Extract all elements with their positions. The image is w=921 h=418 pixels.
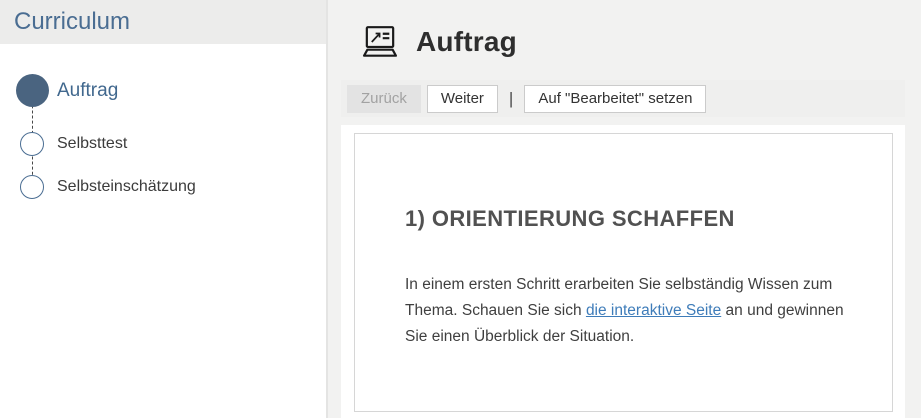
step-label-selbsteinschaetzung[interactable]: Selbsteinschätzung xyxy=(57,178,196,196)
sidebar-title: Curriculum xyxy=(0,0,326,44)
page-header: Auftrag xyxy=(360,25,517,59)
step-circle-pending-icon xyxy=(20,175,44,199)
content-card: 1) ORIENTIERUNG SCHAFFEN In einem ersten… xyxy=(354,133,893,412)
content-paragraph: In einem ersten Schritt erarbeiten Sie s… xyxy=(405,272,849,350)
main-content-area: Auftrag Zurück Weiter | Auf "Bearbeitet"… xyxy=(330,0,921,418)
content-panel: 1) ORIENTIERUNG SCHAFFEN In einem ersten… xyxy=(341,125,905,418)
curriculum-sidebar: Curriculum Auftrag Selbsttest Selbsteins… xyxy=(0,0,328,418)
mark-edited-button[interactable]: Auf "Bearbeitet" setzen xyxy=(524,85,706,113)
app-root: Curriculum Auftrag Selbsttest Selbsteins… xyxy=(0,0,921,418)
stepper-item-selbsttest[interactable]: Selbsttest xyxy=(0,132,326,156)
back-button[interactable]: Zurück xyxy=(347,85,421,113)
toolbar-separator: | xyxy=(509,89,513,109)
page-title: Auftrag xyxy=(416,26,517,58)
curriculum-stepper: Auftrag Selbsttest Selbsteinschätzung xyxy=(0,44,326,418)
stepper-item-auftrag[interactable]: Auftrag xyxy=(0,74,326,107)
stepper-item-selbsteinschaetzung[interactable]: Selbsteinschätzung xyxy=(0,175,326,199)
laptop-chart-icon xyxy=(360,25,400,59)
step-circle-active-icon xyxy=(16,74,49,107)
step-label-auftrag[interactable]: Auftrag xyxy=(57,80,118,102)
next-button[interactable]: Weiter xyxy=(427,85,498,113)
step-circle-pending-icon xyxy=(20,132,44,156)
interactive-page-link[interactable]: die interaktive Seite xyxy=(586,302,721,319)
content-heading: 1) ORIENTIERUNG SCHAFFEN xyxy=(405,206,735,232)
toolbar: Zurück Weiter | Auf "Bearbeitet" setzen xyxy=(341,80,905,117)
step-label-selbsttest[interactable]: Selbsttest xyxy=(57,135,127,153)
